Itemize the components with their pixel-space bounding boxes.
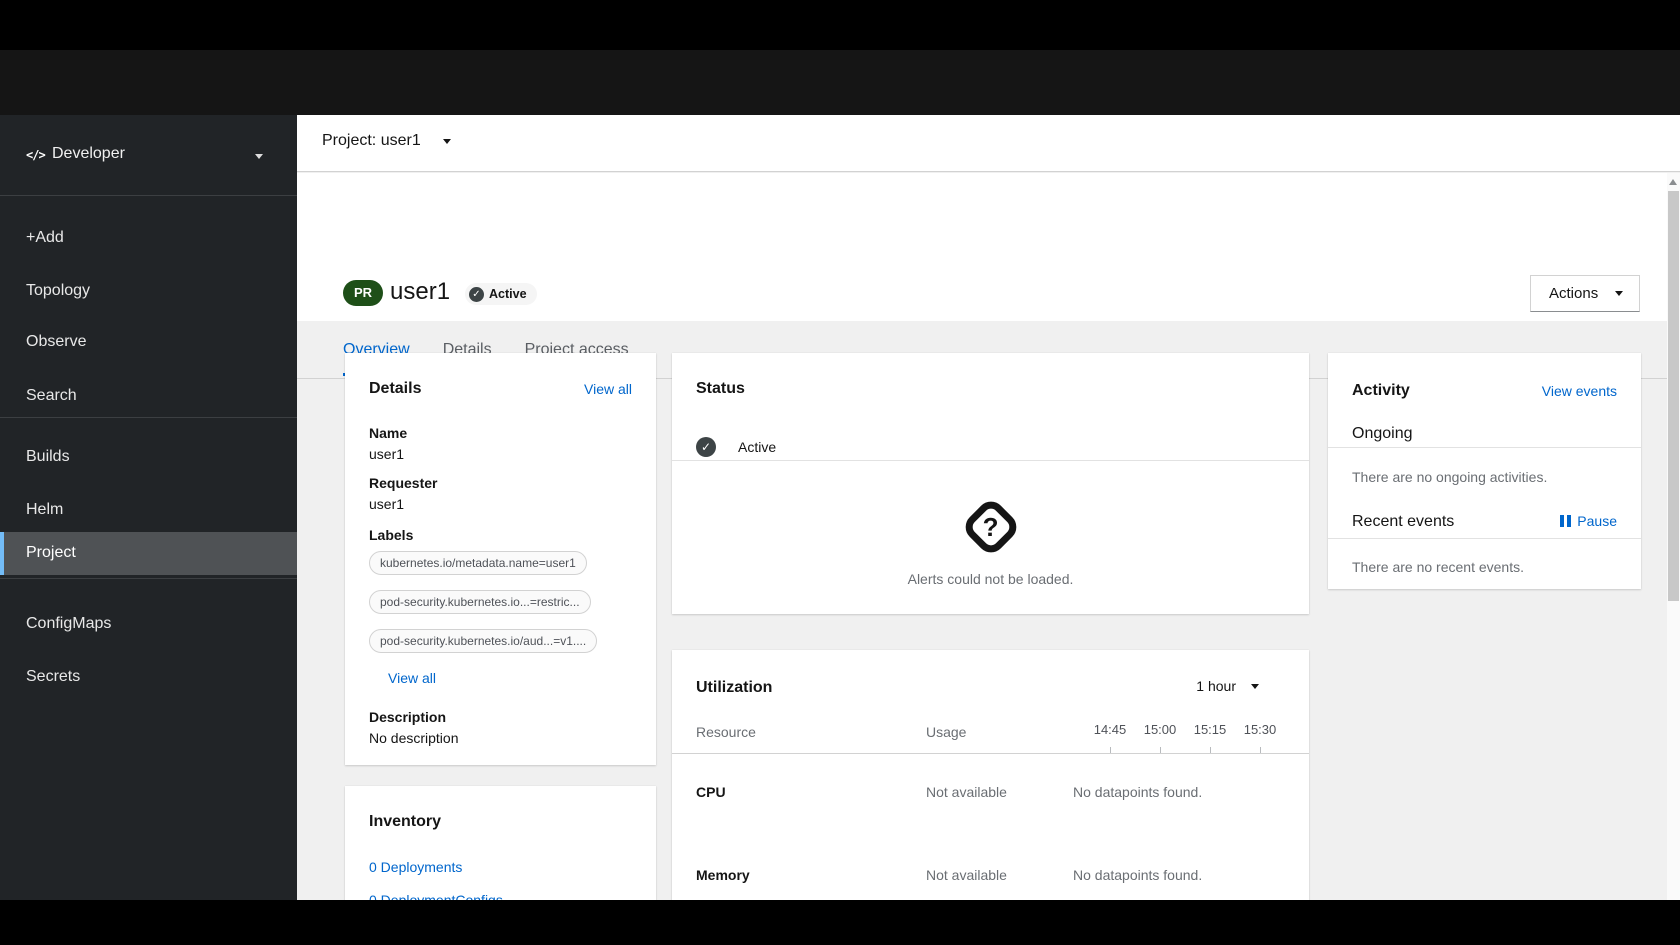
divider (0, 195, 297, 196)
status-badge: ✓ Active (465, 283, 537, 305)
duration-dropdown[interactable]: 1 hour (1196, 678, 1259, 694)
utilization-card: Utilization 1 hour Resource Usage 14:45 … (672, 650, 1309, 900)
sidebar-item-search[interactable]: Search (0, 375, 297, 417)
axis-tick (1160, 747, 1161, 753)
divider (0, 417, 297, 418)
ongoing-label: Ongoing (1352, 425, 1413, 442)
perspective-label: Developer (52, 145, 125, 162)
utilization-card-title: Utilization (696, 679, 773, 696)
resource-column-header: Resource (696, 724, 756, 740)
sidebar-item-topology[interactable]: Topology (0, 270, 297, 312)
scroll-up-icon[interactable] (1669, 179, 1677, 185)
recent-empty-message: There are no recent events. (1352, 559, 1524, 575)
inventory-deploymentconfigs-link[interactable]: 0 DeploymentConfigs (369, 892, 503, 900)
check-circle-icon: ✓ (696, 437, 716, 457)
chevron-down-icon (255, 154, 263, 159)
description-label: Description (369, 709, 447, 725)
axis-tick (1110, 747, 1111, 753)
divider (0, 578, 297, 579)
divider (672, 753, 1309, 754)
usage-column-header: Usage (926, 724, 967, 740)
openshift-console: Red Hat OpenShift + ? user1 </> Develope… (0, 0, 1680, 945)
status-value: Active (738, 439, 777, 455)
cpu-datapoints: No datapoints found. (1073, 784, 1203, 800)
requester-label: Requester (369, 475, 438, 491)
memory-usage: Not available (926, 867, 1007, 883)
duration-value: 1 hour (1196, 678, 1236, 694)
inventory-card-title: Inventory (369, 813, 442, 830)
name-value: user1 (369, 446, 405, 462)
sidebar-item-add[interactable]: +Add (0, 217, 297, 259)
ongoing-empty-message: There are no ongoing activities. (1352, 469, 1548, 485)
sidebar-item-observe[interactable]: Observe (0, 321, 297, 363)
project-selector-dropdown[interactable]: Project: user1 (322, 132, 451, 150)
status-card: Status ✓ Active ? Alerts could not be lo… (672, 353, 1309, 614)
details-view-all-link[interactable]: View all (584, 381, 632, 397)
view-events-link[interactable]: View events (1542, 383, 1617, 399)
alerts-message: Alerts could not be loaded. (907, 571, 1074, 587)
project-header: PR user1 ✓ Active Actions Overview Detai… (297, 173, 1680, 379)
pause-events-button[interactable]: Pause (1560, 513, 1617, 529)
memory-row-label: Memory (696, 867, 750, 883)
masthead: Red Hat OpenShift + ? user1 (0, 50, 1680, 151)
scrollbar-thumb[interactable] (1668, 191, 1679, 601)
perspective-switcher[interactable]: </> Developer (0, 135, 297, 179)
description-value: No description (369, 730, 459, 746)
page-title: user1 (390, 278, 451, 305)
axis-tick (1210, 747, 1211, 753)
actions-dropdown-button[interactable]: Actions (1530, 275, 1640, 312)
inventory-deployments-link[interactable]: 0 Deployments (369, 859, 462, 875)
status-badge-label: Active (489, 287, 527, 301)
labels-view-all-link[interactable]: View all (388, 670, 436, 686)
pause-label: Pause (1577, 513, 1617, 529)
recent-events-label: Recent events (1352, 513, 1455, 530)
label-chip: pod-security.kubernetes.io/aud...=v1.... (369, 629, 598, 653)
time-axis: 14:45 15:00 15:15 15:30 (1085, 722, 1285, 737)
labels-label: Labels (369, 527, 414, 543)
axis-tick (1260, 747, 1261, 753)
sidebar: </> Developer +Add Topology Observe Sear… (0, 115, 297, 900)
details-card: Details View all Name user1 Requester us… (345, 353, 656, 765)
time-tick-label: 15:30 (1243, 722, 1277, 737)
activity-card: Activity View events Ongoing There are n… (1328, 353, 1641, 589)
project-resource-badge: PR (343, 280, 383, 306)
activity-card-title: Activity (1352, 382, 1410, 399)
cpu-row-label: CPU (696, 784, 726, 800)
alerts-section: ? Alerts could not be loaded. (672, 460, 1309, 614)
unknown-question-icon: ? (959, 495, 1022, 559)
divider (1328, 538, 1641, 539)
status-card-title: Status (696, 380, 745, 397)
project-selector-label: Project: user1 (322, 132, 421, 149)
sidebar-item-project[interactable]: Project (0, 532, 297, 575)
divider (1328, 447, 1641, 448)
time-tick-label: 14:45 (1093, 722, 1127, 737)
label-chip: kubernetes.io/metadata.name=user1 (369, 551, 587, 575)
sidebar-item-configmaps[interactable]: ConfigMaps (0, 603, 297, 645)
time-tick-label: 15:15 (1193, 722, 1227, 737)
code-icon: </> (26, 148, 46, 162)
actions-label: Actions (1549, 285, 1599, 302)
sidebar-item-secrets[interactable]: Secrets (0, 656, 297, 698)
sidebar-item-builds[interactable]: Builds (0, 436, 297, 478)
details-card-title: Details (369, 380, 422, 397)
letterbox-bottom (0, 900, 1680, 945)
sidebar-item-helm[interactable]: Helm (0, 489, 297, 531)
letterbox-top (0, 0, 1680, 50)
time-tick-label: 15:00 (1143, 722, 1177, 737)
project-topbar: Project: user1 (297, 115, 1680, 172)
name-label: Name (369, 425, 408, 441)
label-chip: pod-security.kubernetes.io...=restric... (369, 590, 591, 614)
cpu-usage: Not available (926, 784, 1007, 800)
chevron-down-icon (442, 138, 451, 144)
main-content: Project: user1 PR user1 ✓ Active Actions… (297, 115, 1680, 900)
chevron-down-icon (1251, 683, 1259, 689)
inventory-card: Inventory 0 Deployments 0 DeploymentConf… (345, 786, 656, 900)
check-circle-icon: ✓ (469, 286, 484, 302)
requester-value: user1 (369, 496, 405, 512)
pause-icon (1560, 515, 1572, 527)
vertical-scrollbar[interactable] (1667, 173, 1680, 900)
chevron-down-icon (1615, 291, 1623, 296)
memory-datapoints: No datapoints found. (1073, 867, 1203, 883)
